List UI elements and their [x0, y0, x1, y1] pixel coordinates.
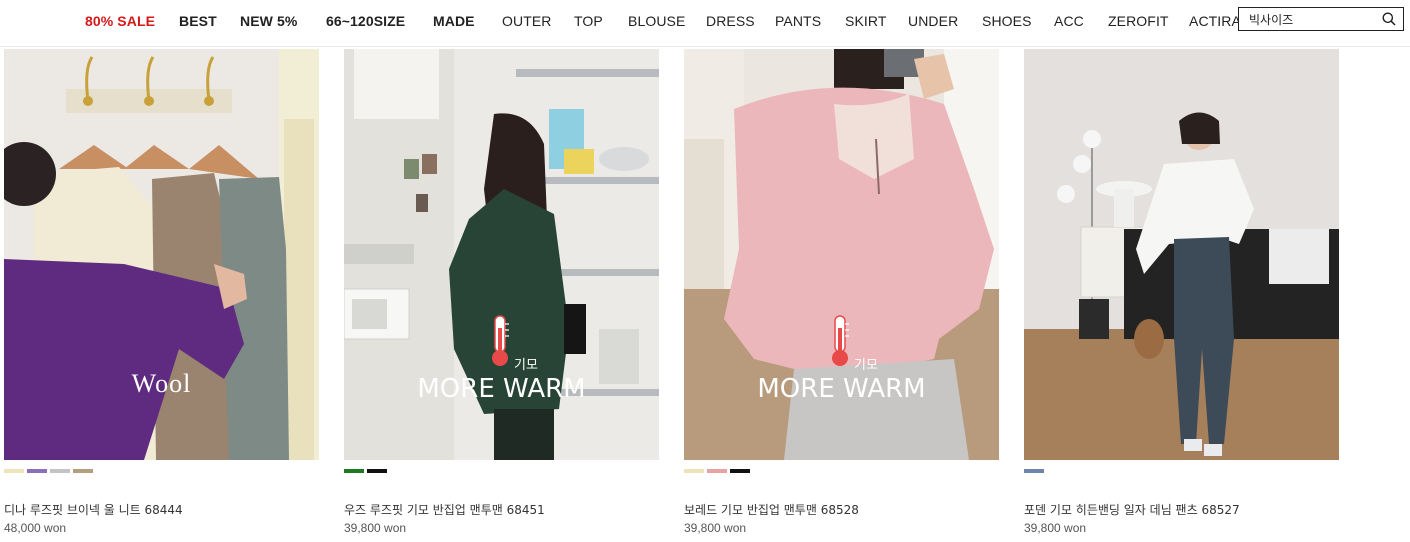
- color-swatch[interactable]: [50, 469, 70, 473]
- badge-big-text: MORE WARM: [757, 374, 926, 404]
- product-name[interactable]: 우즈 루즈핏 기모 반집업 맨투맨 68451: [344, 501, 545, 518]
- color-swatch[interactable]: [684, 469, 704, 473]
- nav-item-top[interactable]: TOP: [574, 13, 603, 29]
- nav-item-outer[interactable]: OUTER: [502, 13, 552, 29]
- nav-item-shoes[interactable]: SHOES: [982, 13, 1032, 29]
- color-swatch[interactable]: [1024, 469, 1044, 473]
- badge-small-text: 기모: [514, 358, 538, 373]
- product-card: 기모 MORE WARM 우즈 루즈핏 기모 반집업 맨투맨 68451 39,…: [344, 49, 659, 535]
- color-swatch[interactable]: [4, 469, 24, 473]
- color-swatch[interactable]: [730, 469, 750, 473]
- product-name[interactable]: 보레드 기모 반집업 맨투맨 68528: [684, 501, 859, 518]
- nav-item-size[interactable]: 66~120SIZE: [326, 13, 405, 29]
- product-price: 39,800 won: [1024, 521, 1087, 535]
- color-swatch[interactable]: [344, 469, 364, 473]
- nav-item-new[interactable]: NEW 5%: [240, 13, 297, 29]
- color-swatches: [1024, 469, 1044, 473]
- nav-item-sale[interactable]: 80% SALE: [85, 13, 155, 29]
- top-navigation: 80% SALE BEST NEW 5% 66~120SIZE MADE OUT…: [0, 0, 1410, 47]
- thermometer-icon: [492, 315, 509, 366]
- badge-small-text: 기모: [854, 358, 878, 373]
- color-swatches: [344, 469, 387, 473]
- nav-item-zerofit[interactable]: ZEROFIT: [1108, 13, 1169, 29]
- color-swatch[interactable]: [27, 469, 47, 473]
- search-box: [1238, 7, 1404, 31]
- thermometer-icon: [832, 315, 849, 366]
- product-name[interactable]: 포덴 기모 히든밴딩 일자 데님 팬츠 68527: [1024, 501, 1240, 518]
- color-swatch[interactable]: [367, 469, 387, 473]
- product-image[interactable]: Wool: [4, 49, 319, 460]
- color-swatch[interactable]: [707, 469, 727, 473]
- search-icon[interactable]: [1382, 12, 1396, 31]
- nav-item-made[interactable]: MADE: [433, 13, 475, 29]
- nav-item-blouse[interactable]: BLOUSE: [628, 13, 685, 29]
- product-name[interactable]: 디나 루즈핏 브이넥 울 니트 68444: [4, 501, 183, 518]
- product-price: 39,800 won: [344, 521, 407, 535]
- color-swatches: [4, 469, 93, 473]
- product-price: 48,000 won: [4, 521, 67, 535]
- product-card: Wool 디나 루즈핏 브이넥 울 니트 68444 48,000 won: [4, 49, 319, 535]
- product-image[interactable]: 기모 MORE WARM: [344, 49, 659, 460]
- color-swatches: [684, 469, 750, 473]
- search-input[interactable]: [1249, 10, 1375, 28]
- product-card: 포덴 기모 히든밴딩 일자 데님 팬츠 68527 39,800 won: [1024, 49, 1339, 535]
- product-price: 39,800 won: [684, 521, 747, 535]
- badge-big-text: MORE WARM: [417, 374, 586, 404]
- nav-item-best[interactable]: BEST: [179, 13, 217, 29]
- product-image[interactable]: 기모 MORE WARM: [684, 49, 999, 460]
- nav-item-skirt[interactable]: SKIRT: [845, 13, 886, 29]
- wool-overlay-text: Wool: [131, 369, 192, 398]
- product-card: 기모 MORE WARM 보레드 기모 반집업 맨투맨 68528 39,800…: [684, 49, 999, 535]
- nav-item-dress[interactable]: DRESS: [706, 13, 755, 29]
- product-image[interactable]: [1024, 49, 1339, 460]
- nav-item-under[interactable]: UNDER: [908, 13, 958, 29]
- color-swatch[interactable]: [73, 469, 93, 473]
- nav-item-pants[interactable]: PANTS: [775, 13, 821, 29]
- nav-item-acc[interactable]: ACC: [1054, 13, 1084, 29]
